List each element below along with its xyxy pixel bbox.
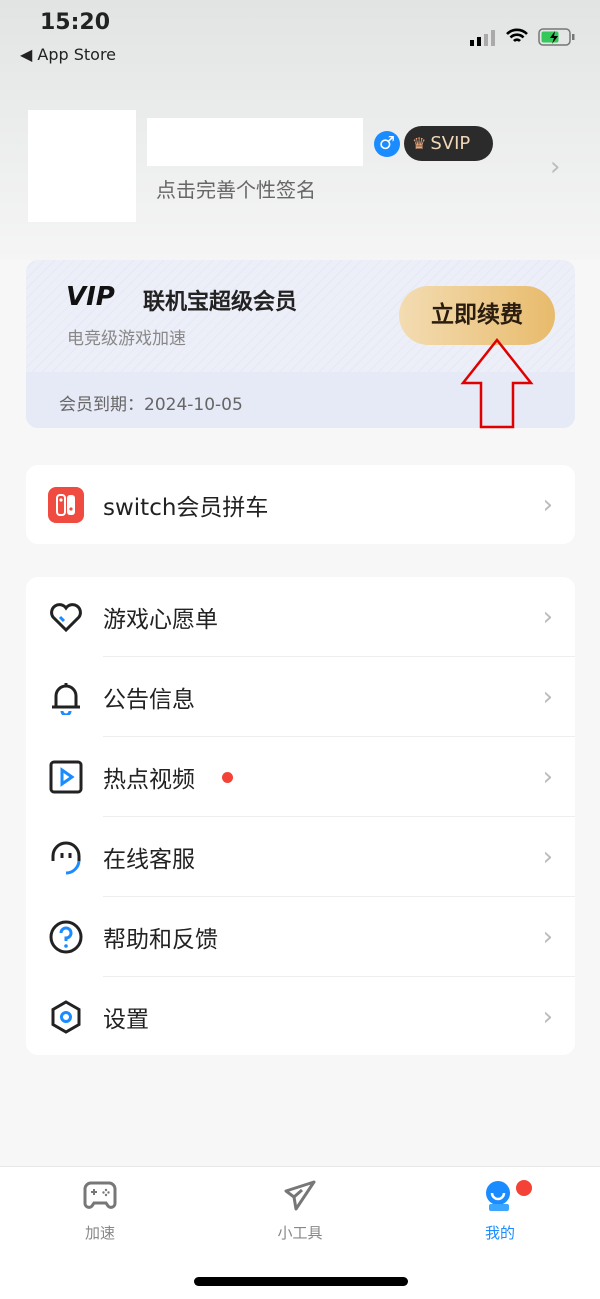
vip-logo: VIP bbox=[66, 282, 115, 312]
tab-accelerate[interactable]: 加速 bbox=[40, 1180, 160, 1243]
notification-dot bbox=[222, 772, 233, 783]
signature-prompt[interactable]: 点击完善个性签名 bbox=[156, 174, 316, 203]
settings-icon bbox=[48, 999, 84, 1035]
notification-dot bbox=[516, 1180, 532, 1196]
male-icon: ♂ bbox=[374, 131, 400, 157]
tab-label: 加速 bbox=[84, 1224, 115, 1242]
gamepad-icon bbox=[83, 1181, 117, 1216]
wifi-icon bbox=[505, 27, 529, 49]
renew-button[interactable]: 立即续费 bbox=[399, 286, 555, 345]
menu-label: 热点视频 bbox=[103, 767, 195, 793]
chevron-right-icon: › bbox=[542, 922, 553, 952]
menu-label: 游戏心愿单 bbox=[103, 607, 218, 633]
menu-item-announcements[interactable]: 公告信息 › bbox=[26, 657, 575, 737]
tab-label: 我的 bbox=[484, 1224, 515, 1242]
svip-badge[interactable]: ♛ SVIP bbox=[404, 126, 493, 161]
svip-label: SVIP bbox=[430, 133, 471, 154]
video-play-icon bbox=[48, 759, 84, 795]
avatar[interactable] bbox=[28, 110, 136, 222]
vip-title: 联机宝超级会员 bbox=[143, 290, 298, 315]
chevron-right-icon: › bbox=[542, 762, 553, 792]
help-icon bbox=[48, 919, 84, 955]
battery-icon bbox=[538, 28, 576, 50]
chevron-right-icon: › bbox=[542, 1002, 553, 1032]
tab-tools[interactable]: 小工具 bbox=[240, 1180, 360, 1243]
menu-item-help-feedback[interactable]: 帮助和反馈 › bbox=[26, 897, 575, 977]
menu-item-hot-videos[interactable]: 热点视频 › bbox=[26, 737, 575, 817]
bell-icon bbox=[48, 679, 84, 717]
crown-icon: ♛ bbox=[412, 134, 427, 153]
menu-label: 公告信息 bbox=[103, 687, 195, 713]
chevron-right-icon: › bbox=[542, 602, 553, 632]
menu-card: 游戏心愿单 › 公告信息 › 热点视频 › 在线客服 › 帮助和反馈 › 设置 › bbox=[26, 577, 575, 1055]
profile-icon bbox=[483, 1181, 517, 1216]
headset-icon bbox=[48, 839, 84, 875]
status-time: 15:20 bbox=[40, 10, 111, 35]
switch-carpool-item[interactable]: switch会员拼车 › bbox=[26, 465, 575, 544]
menu-label: 在线客服 bbox=[103, 847, 195, 873]
menu-item-wishlist[interactable]: 游戏心愿单 › bbox=[26, 577, 575, 657]
switch-carpool-label: switch会员拼车 bbox=[103, 494, 269, 521]
menu-label: 帮助和反馈 bbox=[103, 927, 218, 953]
signal-icon bbox=[470, 30, 496, 46]
menu-item-settings[interactable]: 设置 › bbox=[26, 977, 575, 1057]
vip-subtitle: 电竞级游戏加速 bbox=[67, 329, 186, 349]
switch-card: switch会员拼车 › bbox=[26, 465, 575, 544]
tab-mine[interactable]: 我的 bbox=[440, 1180, 560, 1243]
chevron-right-icon: › bbox=[542, 489, 553, 520]
tab-label: 小工具 bbox=[277, 1224, 323, 1242]
menu-item-customer-service[interactable]: 在线客服 › bbox=[26, 817, 575, 897]
username bbox=[147, 118, 363, 166]
annotation-arrow-icon bbox=[460, 338, 534, 429]
chevron-right-icon: › bbox=[542, 842, 553, 872]
profile-chevron-icon[interactable]: › bbox=[550, 152, 560, 182]
expiry-date: 2024-10-05 bbox=[144, 395, 243, 415]
home-indicator bbox=[194, 1277, 408, 1286]
chevron-right-icon: › bbox=[542, 682, 553, 712]
heart-icon bbox=[48, 599, 84, 635]
paper-plane-icon bbox=[283, 1180, 317, 1216]
menu-label: 设置 bbox=[103, 1007, 149, 1033]
expiry-label: 会员到期： bbox=[59, 395, 144, 415]
back-to-app-store[interactable]: ◀ App Store bbox=[20, 45, 116, 64]
nintendo-switch-icon bbox=[48, 486, 84, 523]
